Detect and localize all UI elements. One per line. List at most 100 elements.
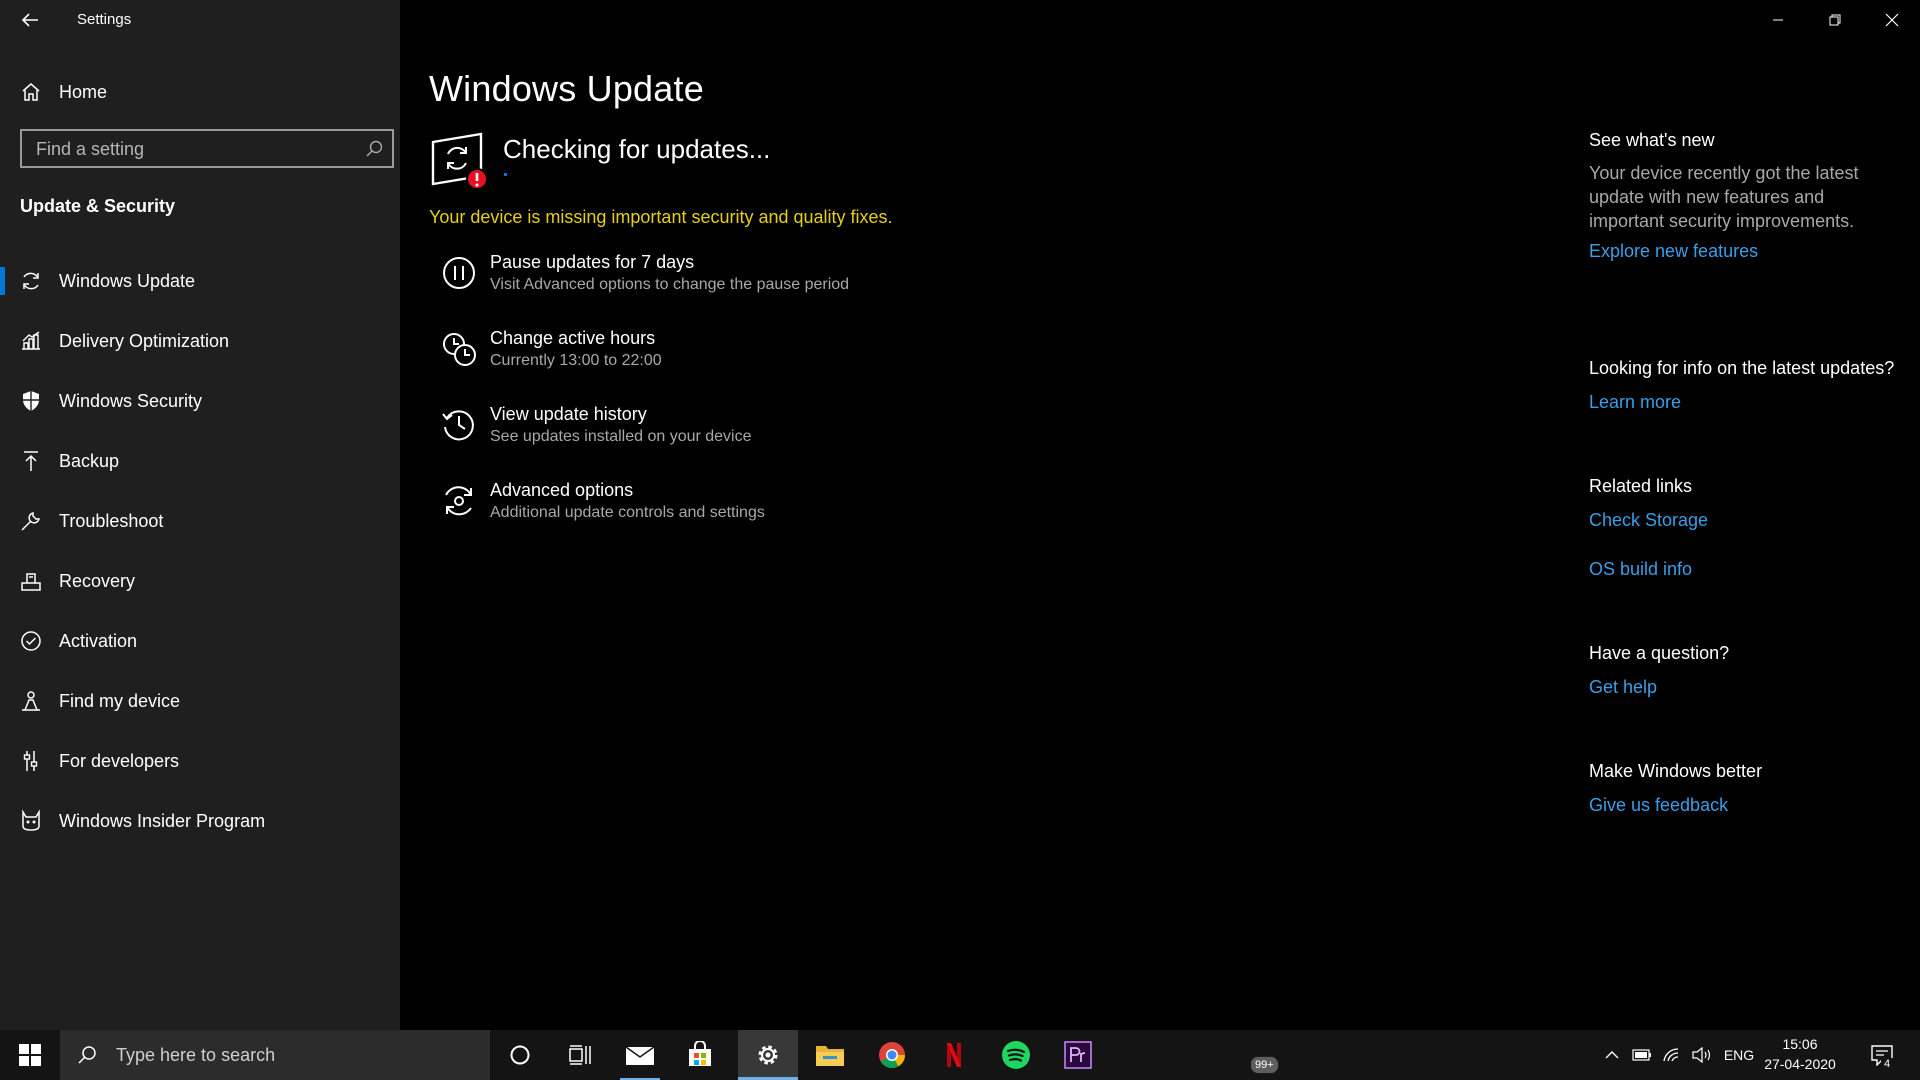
give-us-feedback-link[interactable]: Give us feedback bbox=[1589, 795, 1728, 816]
sidebar-item-activation[interactable]: Activation bbox=[0, 617, 400, 665]
sidebar-home-label: Home bbox=[59, 81, 108, 102]
action-center-button[interactable] bbox=[1862, 1030, 1902, 1080]
chrome-button[interactable] bbox=[862, 1030, 922, 1080]
history-icon bbox=[442, 410, 474, 441]
netflix-button[interactable] bbox=[924, 1030, 984, 1080]
taskbar-clock[interactable]: 15:06 27-04-2020 bbox=[1755, 1034, 1845, 1074]
start-button[interactable] bbox=[0, 1030, 60, 1080]
latest-updates-heading: Looking for info on the latest updates? bbox=[1589, 358, 1895, 378]
store-app-button[interactable] bbox=[670, 1030, 730, 1080]
volume-button[interactable] bbox=[1688, 1030, 1716, 1080]
option-title: Change active hours bbox=[490, 328, 656, 348]
show-hidden-icons-button[interactable] bbox=[1600, 1030, 1624, 1080]
delivery-optimization-icon bbox=[22, 331, 40, 350]
premiere-pro-button[interactable] bbox=[1048, 1030, 1108, 1080]
security-warning-text: Your device is missing important securit… bbox=[429, 207, 893, 227]
store-icon bbox=[689, 1041, 711, 1066]
explore-new-features-link[interactable]: Explore new features bbox=[1589, 241, 1758, 262]
option-subtitle: See updates installed on your device bbox=[490, 428, 752, 445]
pause-updates-option[interactable]: Pause updates for 7 days Visit Advanced … bbox=[440, 252, 1240, 312]
active-hours-clock-icon bbox=[443, 333, 476, 366]
have-a-question-heading: Have a question? bbox=[1589, 643, 1730, 663]
option-title: View update history bbox=[490, 404, 647, 424]
pause-icon bbox=[443, 257, 475, 289]
file-explorer-icon bbox=[816, 1046, 844, 1066]
task-view-icon bbox=[569, 1045, 591, 1065]
check-storage-link[interactable]: Check Storage bbox=[1589, 510, 1708, 531]
notification-count-badge: 4 bbox=[1881, 1058, 1893, 1070]
sidebar-item-troubleshoot[interactable]: Troubleshoot bbox=[0, 497, 400, 545]
sync-icon bbox=[23, 272, 39, 290]
close-button[interactable] bbox=[1863, 0, 1920, 40]
recovery-icon bbox=[21, 573, 41, 591]
sidebar-item-windows-insider-program[interactable]: Windows Insider Program bbox=[0, 797, 400, 845]
sidebar-item-label: Backup bbox=[59, 450, 120, 471]
file-explorer-button[interactable] bbox=[800, 1030, 860, 1080]
sidebar-item-windows-security[interactable]: Windows Security bbox=[0, 377, 400, 425]
sidebar-item-label: Find my device bbox=[59, 690, 181, 711]
find-setting-search[interactable] bbox=[20, 129, 394, 168]
section-title: Update & Security bbox=[20, 196, 176, 216]
option-title: Pause updates for 7 days bbox=[490, 252, 695, 272]
premiere-pro-icon bbox=[1064, 1041, 1092, 1069]
option-subtitle: Additional update controls and settings bbox=[490, 504, 765, 521]
sidebar-item-backup[interactable]: Backup bbox=[0, 437, 400, 485]
clock-date: 27-04-2020 bbox=[1764, 1056, 1836, 1072]
view-update-history-option[interactable]: View update history See updates installe… bbox=[440, 404, 1240, 464]
check-circle-icon bbox=[21, 631, 41, 651]
find-setting-input[interactable] bbox=[34, 131, 348, 168]
sidebar-item-recovery[interactable]: Recovery bbox=[0, 557, 400, 605]
minimize-button[interactable] bbox=[1749, 0, 1806, 40]
battery-button[interactable] bbox=[1628, 1030, 1656, 1080]
restore-button[interactable] bbox=[1806, 0, 1863, 40]
settings-gear-icon bbox=[758, 1045, 778, 1065]
back-button[interactable] bbox=[18, 8, 42, 32]
sidebar-item-windows-update[interactable]: Windows Update bbox=[0, 257, 400, 305]
home-icon bbox=[22, 83, 40, 101]
related-links-heading: Related links bbox=[1589, 476, 1693, 496]
wrench-icon bbox=[21, 512, 40, 531]
advanced-options-option[interactable]: Advanced options Additional update contr… bbox=[440, 480, 1240, 540]
get-help-link[interactable]: Get help bbox=[1589, 677, 1657, 698]
search-icon[interactable] bbox=[364, 139, 384, 159]
make-windows-better-heading: Make Windows better bbox=[1589, 761, 1763, 781]
wifi-icon bbox=[1663, 1048, 1679, 1062]
cortana-button[interactable] bbox=[490, 1030, 550, 1080]
window-controls bbox=[1749, 0, 1920, 40]
backup-arrow-icon bbox=[24, 451, 38, 471]
mail-icon bbox=[625, 1046, 655, 1065]
sidebar-item-label: Activation bbox=[59, 630, 138, 651]
mail-app-button[interactable]: 99+ bbox=[610, 1030, 1279, 1080]
sidebar-item-delivery-optimization[interactable]: Delivery Optimization bbox=[0, 317, 400, 365]
change-active-hours-option[interactable]: Change active hours Currently 13:00 to 2… bbox=[440, 328, 1240, 388]
sidebar-item-label: Recovery bbox=[59, 570, 136, 591]
network-button[interactable] bbox=[1658, 1030, 1686, 1080]
update-status-sync-warning-icon bbox=[431, 132, 488, 190]
taskbar-search-box[interactable]: Type here to search bbox=[60, 1030, 490, 1080]
checking-progress-indicator bbox=[504, 173, 507, 176]
spotify-button[interactable] bbox=[986, 1030, 1046, 1080]
task-view-button[interactable] bbox=[550, 1030, 610, 1080]
sidebar-item-label: For developers bbox=[59, 750, 180, 771]
sidebar-item-label: Windows Security bbox=[59, 390, 203, 411]
os-build-info-link[interactable]: OS build info bbox=[1589, 559, 1692, 580]
sidebar-item-find-my-device[interactable]: Find my device bbox=[0, 677, 400, 725]
sidebar-item-label: Windows Update bbox=[59, 270, 196, 291]
whats-new-text: Your device recently got the latest upda… bbox=[1589, 163, 1859, 231]
minimize-icon bbox=[1772, 19, 1783, 21]
person-pin-icon bbox=[22, 691, 40, 711]
sidebar-home[interactable]: Home bbox=[0, 76, 400, 108]
sidebar-item-label: Windows Insider Program bbox=[59, 810, 266, 831]
sidebar-item-label: Troubleshoot bbox=[59, 510, 164, 531]
restore-icon bbox=[1829, 14, 1840, 26]
language-indicator[interactable]: ENG bbox=[1718, 1030, 1760, 1080]
learn-more-link[interactable]: Learn more bbox=[1589, 392, 1681, 413]
insider-cat-icon bbox=[22, 809, 40, 831]
sidebar-item-for-developers[interactable]: For developers bbox=[0, 737, 400, 785]
settings-app-button[interactable] bbox=[738, 1030, 798, 1080]
spotify-icon bbox=[1002, 1041, 1030, 1069]
taskbar-search-placeholder: Type here to search bbox=[116, 1044, 276, 1065]
cortana-icon bbox=[510, 1045, 530, 1065]
sidebar: Settings Home Update & Security Windows … bbox=[0, 0, 400, 1030]
clock-time: 15:06 bbox=[1782, 1036, 1818, 1052]
